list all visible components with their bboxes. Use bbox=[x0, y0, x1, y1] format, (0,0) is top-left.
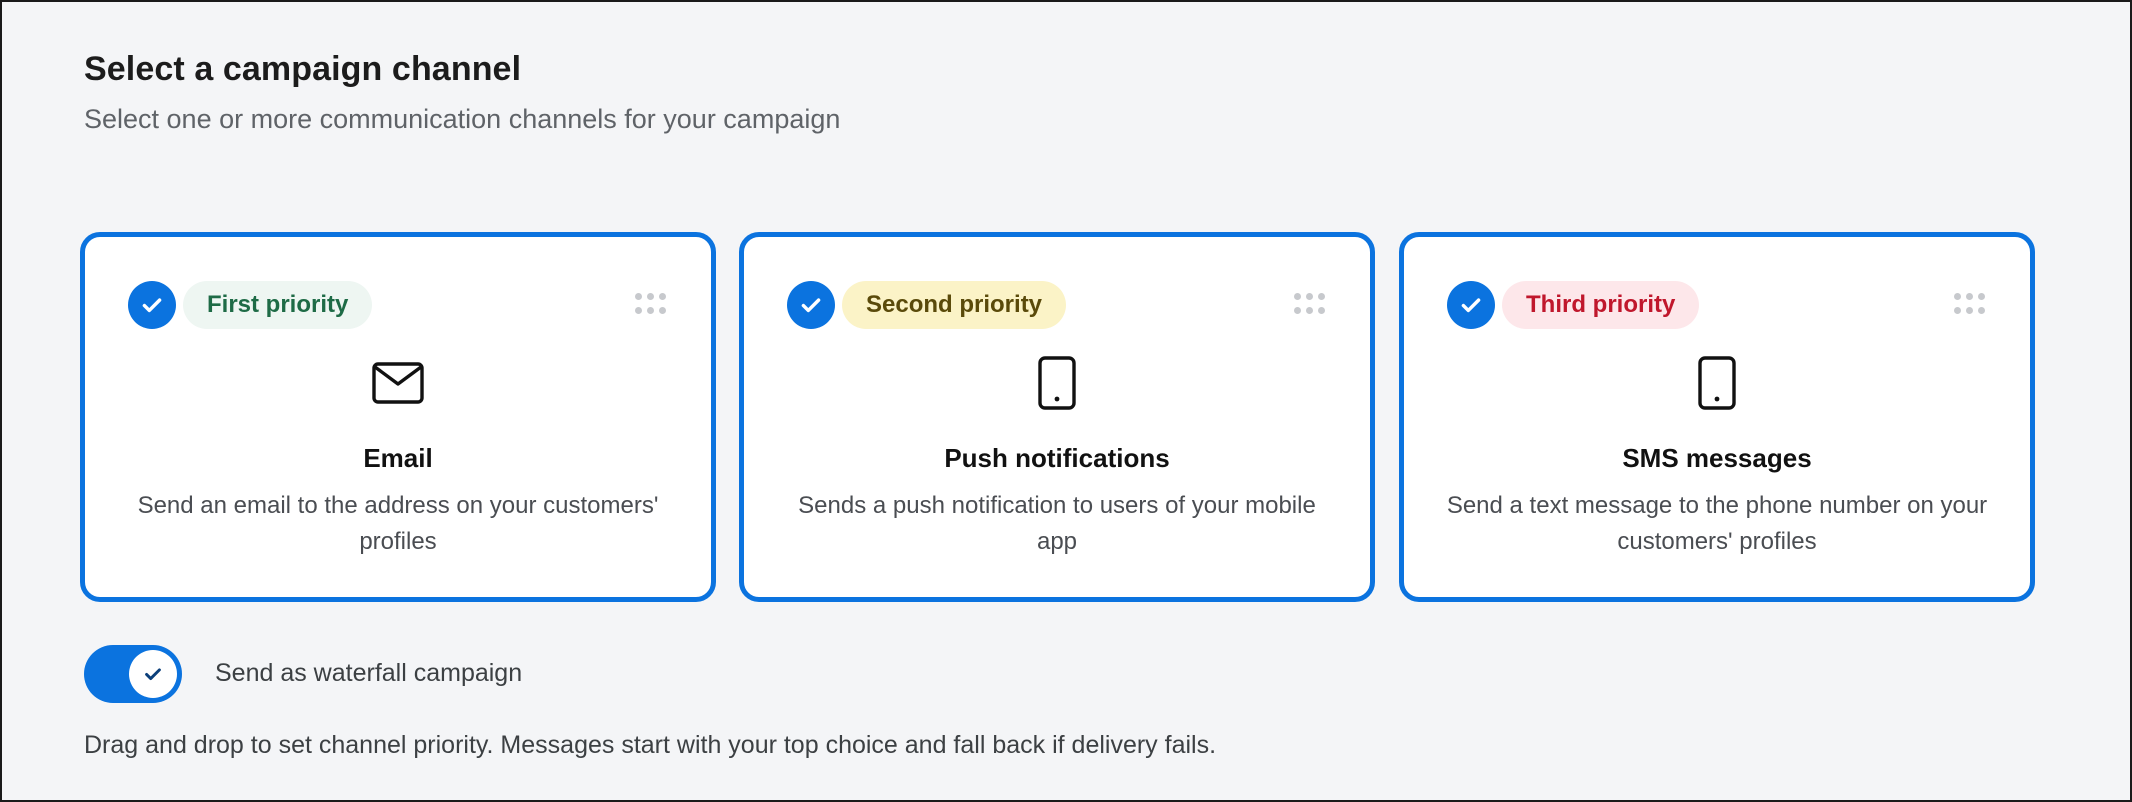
checkmark-icon bbox=[145, 668, 161, 681]
page-title: Select a campaign channel bbox=[84, 50, 522, 88]
drag-handle-icon[interactable] bbox=[1954, 293, 1985, 314]
page-subtitle: Select one or more communication channel… bbox=[84, 104, 841, 134]
channel-description: Sends a push notification to users of yo… bbox=[798, 492, 1316, 555]
channel-title: Push notifications bbox=[944, 443, 1170, 473]
waterfall-toggle-label: Send as waterfall campaign bbox=[215, 659, 523, 687]
selected-check-icon[interactable] bbox=[128, 281, 176, 329]
mobile-phone-icon bbox=[1689, 355, 1745, 411]
drag-handle-icon[interactable] bbox=[635, 293, 666, 314]
channel-card-push-notifications[interactable]: Second priority Push notifications Sends… bbox=[739, 232, 1375, 602]
help-text: Drag and drop to set channel priority. M… bbox=[84, 731, 1217, 759]
channel-description: Send an email to the address on your cus… bbox=[137, 492, 659, 555]
drag-handle-icon[interactable] bbox=[1294, 293, 1325, 314]
waterfall-toggle[interactable] bbox=[84, 645, 182, 703]
toggle-knob bbox=[129, 650, 177, 698]
mobile-phone-icon bbox=[1029, 355, 1085, 411]
channel-card-email[interactable]: First priority Email Send an email to th… bbox=[80, 232, 716, 602]
channel-description: Send a text message to the phone number … bbox=[1446, 492, 1988, 555]
channel-title: SMS messages bbox=[1622, 443, 1812, 473]
selected-check-icon[interactable] bbox=[1447, 281, 1495, 329]
priority-badge: Third priority bbox=[1502, 281, 1700, 329]
campaign-channel-panel: Select a campaign channel Select one or … bbox=[0, 0, 2132, 802]
channel-title: Email bbox=[363, 443, 433, 473]
selected-check-icon[interactable] bbox=[787, 281, 835, 329]
channel-card-sms-messages[interactable]: Third priority SMS messages Send a text … bbox=[1399, 232, 2035, 602]
envelope-icon bbox=[370, 355, 426, 411]
priority-badge: First priority bbox=[183, 281, 373, 329]
priority-badge: Second priority bbox=[842, 281, 1067, 329]
